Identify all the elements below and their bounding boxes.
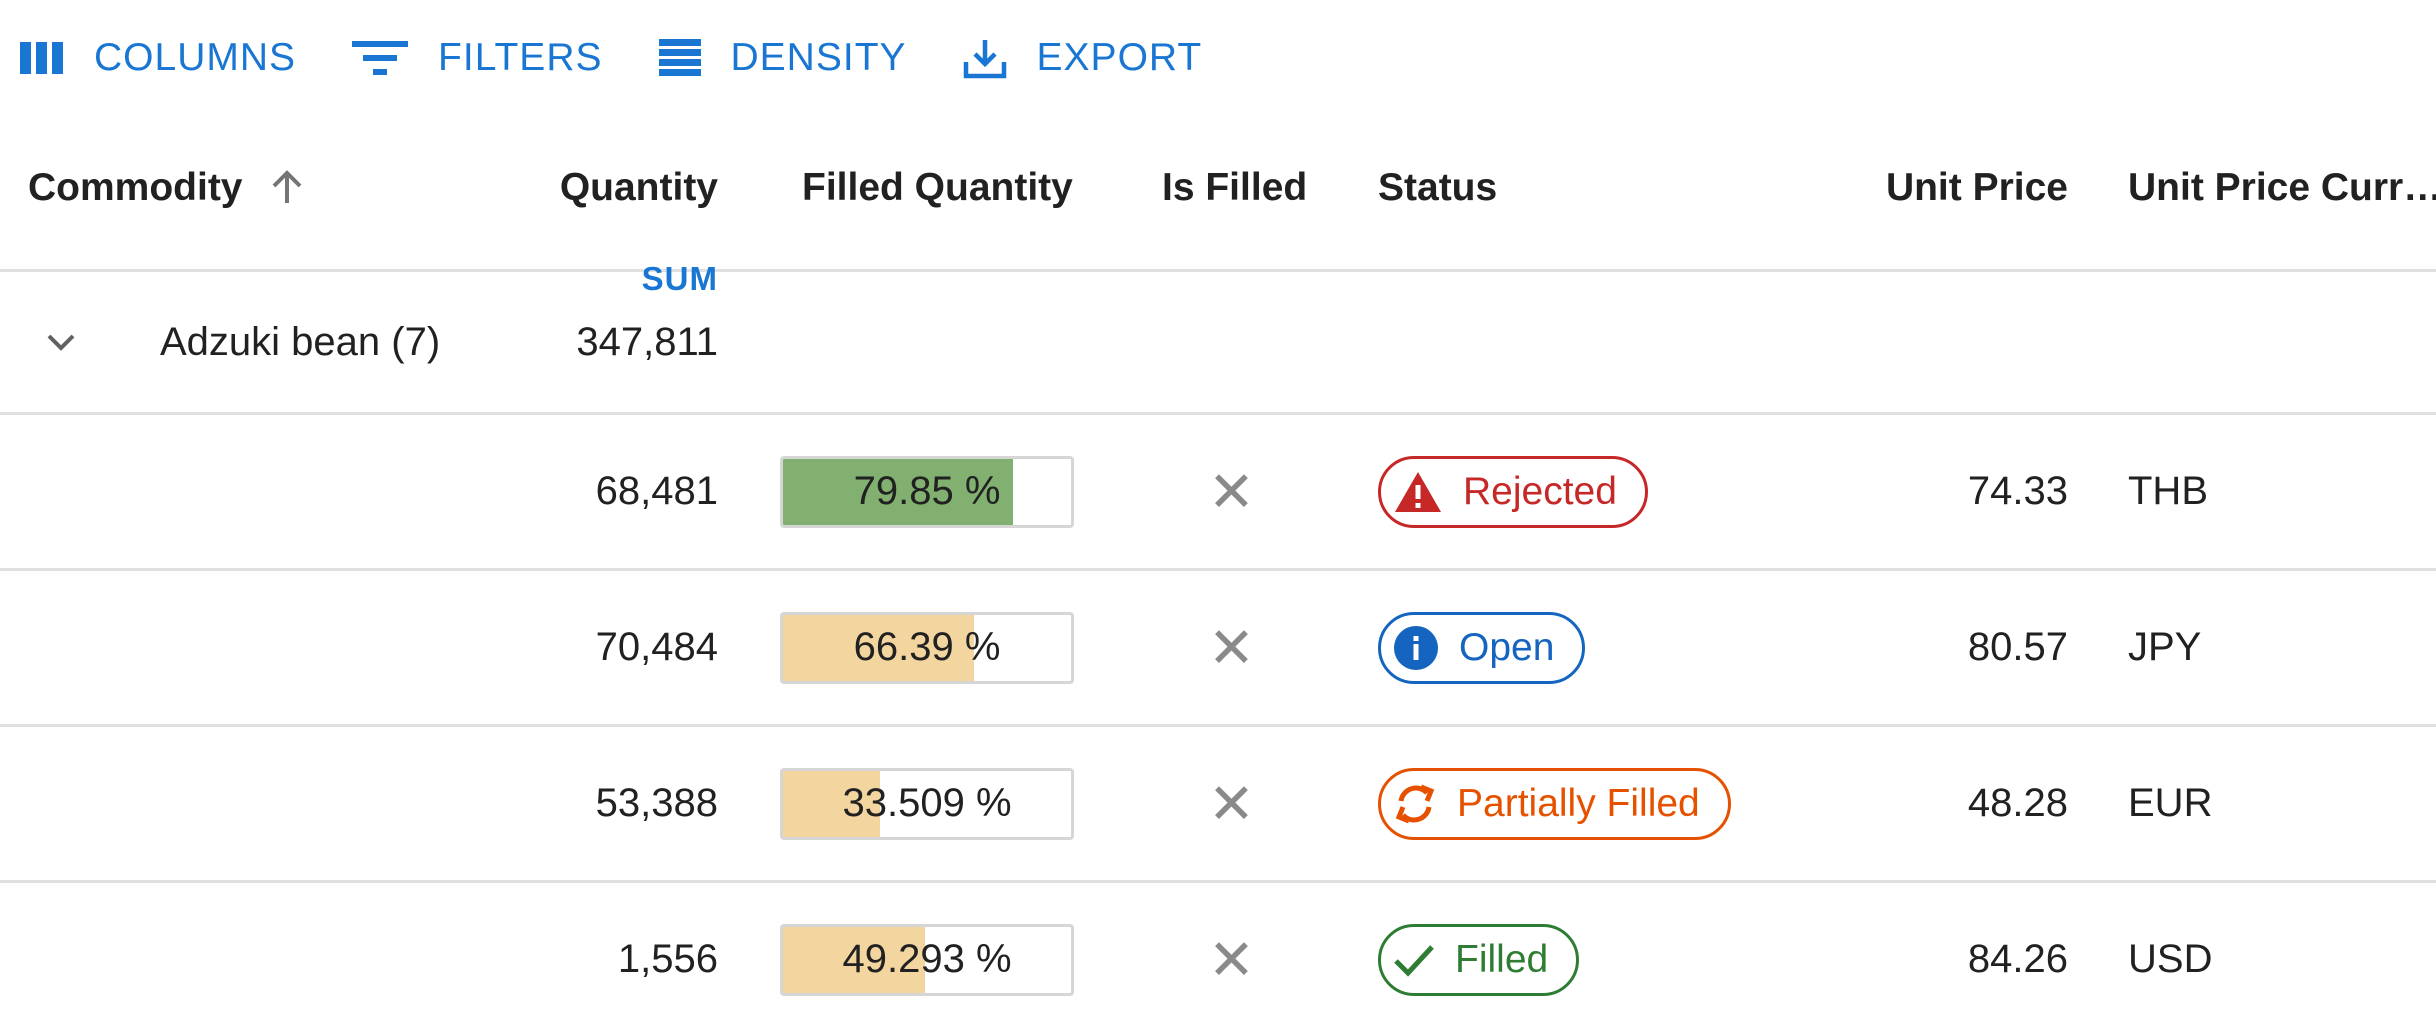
columns-button[interactable]: COLUMNS [20,36,296,80]
close-icon: ✕ [1208,771,1255,835]
density-label: DENSITY [730,36,907,79]
column-header-commodity-label: Commodity [28,166,243,209]
progress-bar-label: 33.509 % [842,781,1012,825]
warning-icon [1395,471,1441,512]
progress-bar-label: 66.39 % [853,625,1001,669]
progress-bar: 33.509 % [780,767,1074,840]
table-row[interactable]: 70,484 66.39 % ✕ Open 80.57 JPY [0,571,2436,727]
progress-bar: 79.85 % [780,455,1074,528]
currency-cell: USD [2128,937,2213,981]
column-header-status[interactable]: Status [1378,166,1497,210]
density-button[interactable]: DENSITY [658,36,907,80]
table-row[interactable]: 53,388 33.509 % ✕ Partially Filled 48.28… [0,727,2436,883]
sync-icon [1395,784,1435,823]
close-icon: ✕ [1208,459,1255,523]
column-header-commodity[interactable]: Commodity [28,166,307,210]
status-cell: Rejected [1378,415,1648,568]
status-label: Rejected [1463,469,1617,513]
unit-price-cell: 74.33 [1967,469,2068,513]
chevron-down-icon [47,334,75,351]
group-row[interactable]: Adzuki bean (7) 347,811 [0,272,2436,415]
grid-toolbar: COLUMNS FILTERS DENSITY EXPORT [20,22,1258,94]
check-icon [1394,944,1434,977]
filters-button[interactable]: FILTERS [352,36,602,80]
column-header-row: Commodity Quantity SUM Filled Quantity I… [0,130,2436,297]
unit-price-cell: 80.57 [1967,625,2068,669]
progress-bar-label: 79.85 % [853,469,1001,513]
quantity-cell: 53,388 [595,781,718,825]
close-icon: ✕ [1208,927,1255,991]
status-cell: Partially Filled [1378,727,1731,880]
status-label: Open [1459,625,1555,669]
filled-quantity-cell: 33.509 % [780,727,1074,880]
unit-price-cell: 84.26 [1967,937,2068,981]
status-label: Partially Filled [1457,781,1700,825]
column-header-unit-price-currency[interactable]: Unit Price Curr… [2128,166,2436,210]
column-header-quantity-label: Quantity [559,166,718,209]
status-label: Filled [1455,937,1549,981]
currency-cell: EUR [2128,781,2213,825]
status-badge: Filled [1378,923,1580,996]
group-label: Adzuki bean (7) [160,319,441,364]
column-header-filled-quantity[interactable]: Filled Quantity [802,166,1073,210]
filter-icon [352,41,409,75]
filters-label: FILTERS [438,36,603,79]
close-icon: ✕ [1208,615,1255,679]
filled-quantity-cell: 49.293 % [780,883,1074,1036]
export-label: EXPORT [1036,36,1203,79]
filled-quantity-cell: 66.39 % [780,571,1074,724]
filled-quantity-cell: 79.85 % [780,415,1074,568]
progress-bar-label: 49.293 % [842,937,1012,981]
status-cell: Filled [1378,883,1580,1036]
progress-bar: 49.293 % [780,923,1074,996]
status-badge: Rejected [1378,455,1648,528]
group-expand-button[interactable] [46,272,76,412]
columns-icon [20,42,63,74]
columns-label: COLUMNS [94,36,297,79]
currency-cell: THB [2128,469,2208,513]
column-header-quantity[interactable]: Quantity SUM [518,166,718,297]
data-grid: COLUMNS FILTERS DENSITY EXPORT Commodity… [0,0,2436,1036]
column-header-is-filled[interactable]: Is Filled [1162,166,1307,210]
currency-cell: JPY [2128,625,2202,669]
quantity-cell: 70,484 [595,625,718,669]
info-icon [1394,625,1438,670]
column-header-unit-price[interactable]: Unit Price [1808,166,2068,210]
status-badge: Partially Filled [1378,767,1731,840]
table-row[interactable]: 68,481 79.85 % ✕ Rejected 74.33 THB [0,415,2436,571]
arrow-up-icon[interactable] [267,167,307,207]
export-button[interactable]: EXPORT [963,36,1203,80]
group-quantity-sum: 347,811 [576,319,718,364]
table-row[interactable]: 1,556 49.293 % ✕ Filled 84.26 USD [0,883,2436,1036]
quantity-cell: 1,556 [617,937,718,981]
progress-bar: 66.39 % [780,611,1074,684]
density-icon [658,39,701,76]
status-badge: Open [1378,611,1586,684]
unit-price-cell: 48.28 [1967,781,2068,825]
export-icon [963,40,1006,79]
status-cell: Open [1378,571,1586,724]
quantity-cell: 68,481 [595,469,718,513]
